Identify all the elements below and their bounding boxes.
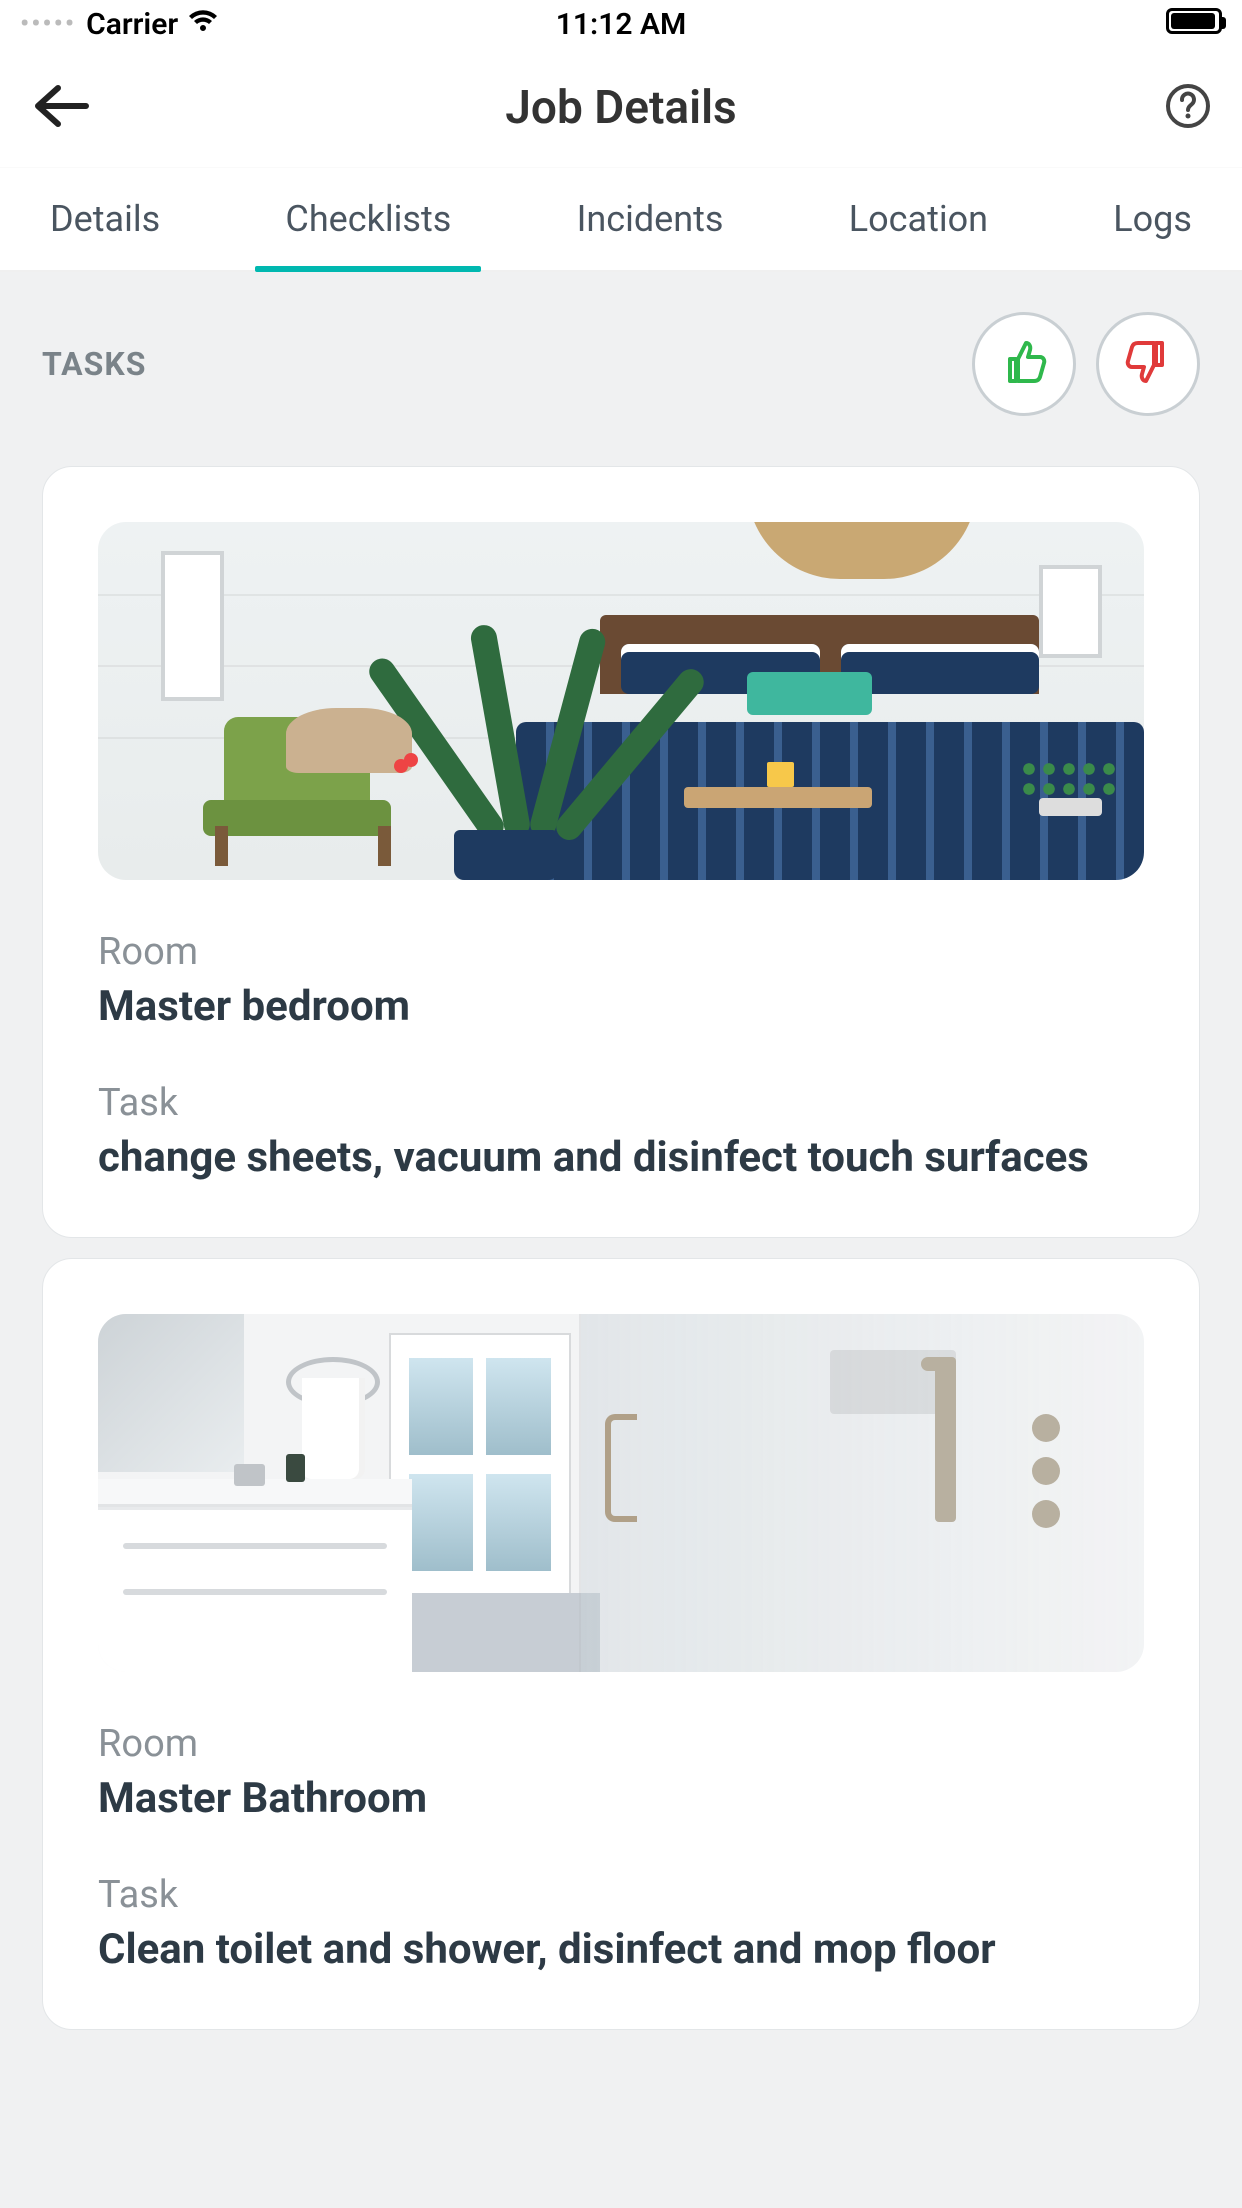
help-button[interactable] bbox=[1164, 82, 1212, 134]
thumbs-up-icon bbox=[997, 335, 1051, 393]
page-title: Job Details bbox=[505, 81, 736, 135]
room-image-bathroom bbox=[98, 1314, 1144, 1672]
tab-incidents[interactable]: Incidents bbox=[577, 198, 724, 270]
thumbs-down-icon bbox=[1121, 335, 1175, 393]
tab-bar: Details Checklists Incidents Location Lo… bbox=[0, 168, 1242, 272]
tab-details[interactable]: Details bbox=[50, 198, 160, 270]
room-image-bedroom bbox=[98, 522, 1144, 880]
task-label: Task bbox=[98, 1081, 1144, 1125]
battery-icon bbox=[1166, 7, 1222, 42]
room-value: Master Bathroom bbox=[98, 1774, 1144, 1823]
task-card[interactable]: Room Master bedroom Task change sheets, … bbox=[42, 466, 1200, 1238]
section-title: TASKS bbox=[42, 345, 146, 383]
room-label: Room bbox=[98, 1722, 1144, 1766]
thumbs-up-button[interactable] bbox=[972, 312, 1076, 416]
task-label: Task bbox=[98, 1873, 1144, 1917]
content-area: TASKS bbox=[0, 272, 1242, 2208]
room-value: Master bedroom bbox=[98, 982, 1144, 1031]
tab-location[interactable]: Location bbox=[849, 198, 988, 270]
tab-checklists[interactable]: Checklists bbox=[285, 198, 451, 270]
clock: 11:12 AM bbox=[556, 7, 686, 42]
task-value: change sheets, vacuum and disinfect touc… bbox=[98, 1133, 1144, 1182]
nav-header: Job Details bbox=[0, 48, 1242, 168]
back-button[interactable] bbox=[30, 84, 90, 132]
tab-logs[interactable]: Logs bbox=[1113, 198, 1192, 270]
thumbs-down-button[interactable] bbox=[1096, 312, 1200, 416]
room-label: Room bbox=[98, 930, 1144, 974]
task-value: Clean toilet and shower, disinfect and m… bbox=[98, 1925, 1144, 1974]
signal-dots-icon: ••••• bbox=[20, 9, 76, 39]
wifi-icon bbox=[188, 7, 218, 42]
carrier-label: Carrier bbox=[86, 7, 178, 42]
task-card[interactable]: Room Master Bathroom Task Clean toilet a… bbox=[42, 1258, 1200, 2030]
status-bar: ••••• Carrier 11:12 AM bbox=[0, 0, 1242, 48]
